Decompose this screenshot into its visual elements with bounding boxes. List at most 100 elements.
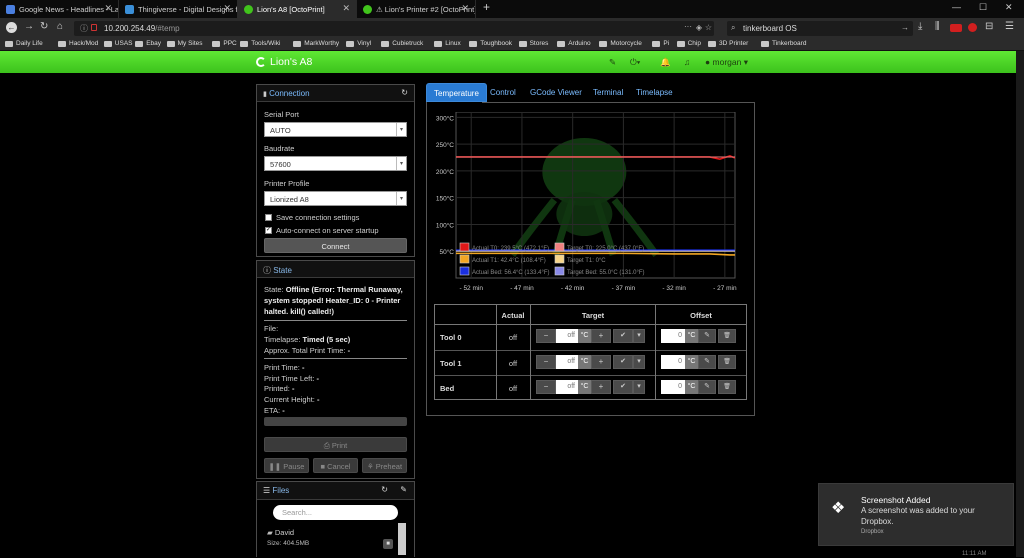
bookmark-ppc[interactable]: PPC: [212, 40, 237, 47]
delete-file-icon[interactable]: ■: [383, 539, 393, 549]
settings-wrench-icon[interactable]: ✎: [609, 57, 616, 68]
page-scrollbar[interactable]: [1016, 51, 1024, 557]
preheat-button[interactable]: ⚘ Preheat: [362, 458, 407, 473]
bookmark-linux[interactable]: Linux: [434, 40, 461, 47]
user-menu[interactable]: ● morgan ▾: [705, 57, 748, 68]
reset-offset-trash-icon[interactable]: 🗑: [718, 380, 736, 394]
close-tab-icon[interactable]: ✕: [461, 3, 469, 14]
edit-offset-pencil-icon[interactable]: ✎: [698, 380, 716, 394]
extension-2-icon[interactable]: ⊟: [985, 22, 993, 32]
edit-offset-pencil-icon[interactable]: ✎: [698, 354, 716, 369]
refresh-icon[interactable]: ↻: [381, 485, 388, 494]
reset-offset-trash-icon[interactable]: 🗑: [718, 329, 736, 343]
target-input[interactable]: off: [556, 380, 578, 394]
target-dropdown-caret-icon[interactable]: ▾: [633, 380, 645, 394]
bookmark-motorcycle[interactable]: Motorcycle: [599, 40, 642, 47]
target-dropdown-caret-icon[interactable]: ▾: [633, 329, 645, 343]
bookmark-daily-life[interactable]: Daily Life: [5, 40, 43, 47]
bookmark-pi[interactable]: Pi: [652, 40, 669, 47]
bookmark-vinyl[interactable]: Vinyl: [346, 40, 371, 47]
url-bar[interactable]: ⓘ 10.200.254.49/#temp ··· ◈ ☆: [74, 21, 714, 36]
library-icon[interactable]: ⫼: [935, 22, 940, 32]
tab-temperature[interactable]: Temperature: [426, 83, 487, 102]
page-actions-icon[interactable]: ···: [684, 22, 692, 31]
browser-tab-lions-printer-2[interactable]: ⚠ Lion's Printer #2 [OctoPrint] ✕: [357, 0, 476, 18]
maximize-button[interactable]: ☐: [979, 2, 987, 13]
bookmark-toughbook[interactable]: Toughbook: [469, 40, 512, 47]
minimize-button[interactable]: —: [952, 2, 961, 12]
info-icon[interactable]: ⓘ: [80, 23, 88, 34]
home-icon[interactable]: ⌂: [57, 22, 63, 32]
refresh-icon[interactable]: ↻: [401, 88, 408, 97]
target-input[interactable]: off: [556, 329, 578, 343]
forward-icon[interactable]: →: [24, 22, 34, 32]
connect-button[interactable]: Connect: [264, 238, 407, 253]
downloads-icon[interactable]: ⤓: [918, 22, 922, 32]
close-window-button[interactable]: ✕: [1005, 2, 1013, 13]
bookmark-markworthy[interactable]: MarkWorthy: [293, 40, 339, 47]
wrench-icon[interactable]: ✎: [400, 485, 407, 494]
bookmark-stores[interactable]: Stores: [518, 40, 548, 47]
set-target-check-icon[interactable]: ✔: [613, 354, 633, 369]
decrease-target-button[interactable]: −: [536, 329, 556, 343]
serial-port-select[interactable]: AUTO ▾: [264, 122, 407, 137]
bookmark-chip[interactable]: Chip: [676, 40, 701, 47]
bookmark-arduino[interactable]: Arduino: [557, 40, 591, 47]
set-target-check-icon[interactable]: ✔: [613, 380, 633, 394]
close-tab-icon[interactable]: ✕: [342, 3, 350, 14]
files-search-input[interactable]: Search...: [273, 505, 398, 520]
print-button[interactable]: ⎙ Print: [264, 437, 407, 452]
search-go-icon[interactable]: →: [901, 23, 909, 32]
bookmark-hack-mod[interactable]: Hack/Mod: [58, 40, 98, 47]
bookmark-ebay[interactable]: Ebay: [135, 40, 161, 47]
decrease-target-button[interactable]: −: [536, 380, 556, 394]
target-dropdown-caret-icon[interactable]: ▾: [633, 354, 645, 369]
increase-target-button[interactable]: +: [591, 380, 611, 394]
adblock-icon[interactable]: [950, 24, 962, 32]
menu-icon[interactable]: ☰: [1005, 22, 1014, 32]
browser-tab-google-news[interactable]: Google News - Headlines - Latest ✕: [0, 0, 119, 18]
tab-timelapse[interactable]: Timelapse: [629, 83, 680, 102]
tab-control[interactable]: Control: [483, 83, 523, 102]
list-item[interactable]: ▰ David: [267, 528, 294, 537]
set-target-check-icon[interactable]: ✔: [613, 329, 633, 343]
offset-input[interactable]: 0: [661, 380, 685, 394]
bookmark-tools-wiki[interactable]: Tools/Wiki: [240, 40, 280, 47]
files-header[interactable]: ☰ Files ↻ ✎: [257, 482, 414, 500]
extension-icon[interactable]: [968, 23, 977, 32]
brand[interactable]: Lion's A8: [256, 56, 312, 68]
offset-input[interactable]: 0: [661, 354, 685, 369]
pocket-icon[interactable]: ◈: [696, 23, 702, 32]
bookmark-cubietruck[interactable]: Cubietruck: [381, 40, 423, 47]
system-power-icon[interactable]: ⏻▾: [630, 57, 640, 68]
tab-gcode-viewer[interactable]: GCode Viewer: [523, 83, 589, 102]
bookmark-3d-printer[interactable]: 3D Printer: [708, 40, 748, 47]
tab-terminal[interactable]: Terminal: [586, 83, 630, 102]
browser-tab-thingiverse[interactable]: Thingiverse - Digital Designs for ✕: [119, 0, 238, 18]
state-header[interactable]: ⓘ State: [257, 261, 414, 278]
browser-tab-lions-a8[interactable]: Lion's A8 [OctoPrint] ✕: [238, 0, 357, 18]
search-bar[interactable]: ⌕ tinkerboard OS →: [727, 21, 913, 36]
scrollbar[interactable]: [398, 523, 406, 555]
bookmark-usas[interactable]: USAS: [103, 40, 133, 47]
baudrate-select[interactable]: 57600 ▾: [264, 156, 407, 171]
notifications-bell-icon[interactable]: 🔔: [660, 57, 671, 68]
close-tab-icon[interactable]: ✕: [104, 3, 112, 14]
target-input[interactable]: off: [556, 354, 578, 369]
reset-offset-trash-icon[interactable]: 🗑: [718, 354, 736, 369]
autoconnect-checkbox[interactable]: ✓: [265, 227, 272, 234]
dropbox-notification[interactable]: ❖ Screenshot Added A screenshot was adde…: [818, 483, 1014, 546]
new-tab-button[interactable]: +: [483, 0, 490, 14]
plugin-icon[interactable]: ♫: [684, 57, 690, 67]
bookmark-tinkerboard[interactable]: Tinkerboard: [761, 40, 806, 47]
bookmark-my-sites[interactable]: My Sites: [166, 40, 203, 47]
connection-header[interactable]: ▮ Connection ↻: [257, 85, 414, 102]
close-tab-icon[interactable]: ✕: [223, 3, 231, 14]
pause-button[interactable]: ❚❚ Pause: [264, 458, 309, 473]
edit-offset-pencil-icon[interactable]: ✎: [698, 329, 716, 343]
offset-input[interactable]: 0: [661, 329, 685, 343]
cancel-button[interactable]: ■ Cancel: [313, 458, 358, 473]
printer-profile-select[interactable]: Lionized A8 ▾: [264, 191, 407, 206]
reload-icon[interactable]: ↻: [40, 22, 48, 32]
decrease-target-button[interactable]: −: [536, 354, 556, 369]
